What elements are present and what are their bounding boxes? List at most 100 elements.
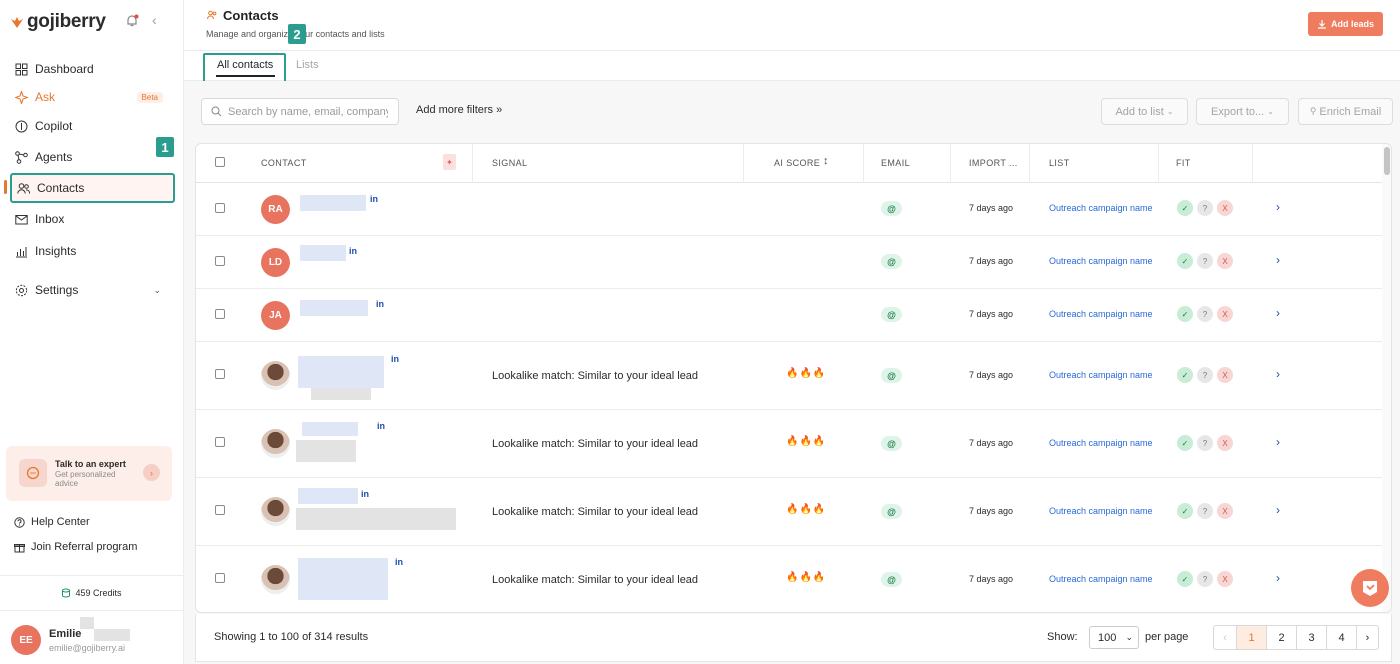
table-row[interactable]: in Lookalike match: Similar to your idea… xyxy=(196,478,1382,546)
col-signal[interactable]: SIGNAL xyxy=(492,158,527,168)
page-button[interactable]: 1 xyxy=(1236,626,1266,649)
linkedin-icon[interactable]: in xyxy=(395,557,403,567)
linkedin-icon[interactable]: in xyxy=(349,246,357,256)
prev-page-button[interactable]: ‹ xyxy=(1214,626,1236,649)
fit-maybe-button[interactable]: ? xyxy=(1197,306,1213,322)
bell-icon[interactable] xyxy=(124,13,140,29)
sort-icon[interactable]: ↕ xyxy=(823,155,829,167)
email-badge[interactable]: @ xyxy=(881,307,902,322)
email-badge[interactable]: @ xyxy=(881,254,902,269)
enrich-email-button[interactable]: ⚲ Enrich Email xyxy=(1298,98,1393,125)
select-all-checkbox[interactable] xyxy=(215,157,225,167)
chevron-right-icon[interactable]: › xyxy=(1276,367,1280,381)
pin-icon[interactable]: ✦ xyxy=(443,154,456,170)
chevron-right-icon[interactable]: › xyxy=(1276,435,1280,449)
support-chat-button[interactable] xyxy=(1351,569,1389,607)
list-link[interactable]: Outreach campaign name xyxy=(1049,574,1153,584)
fit-maybe-button[interactable]: ? xyxy=(1197,435,1213,451)
page-button[interactable]: 4 xyxy=(1326,626,1356,649)
fit-yes-button[interactable]: ✓ xyxy=(1177,435,1193,451)
row-checkbox[interactable] xyxy=(215,256,225,266)
sidebar-item-copilot[interactable]: Copilot xyxy=(10,113,175,139)
list-link[interactable]: Outreach campaign name xyxy=(1049,506,1153,516)
add-more-filters-button[interactable]: Add more filters » xyxy=(416,104,502,116)
fit-no-button[interactable]: X xyxy=(1217,571,1233,587)
row-checkbox[interactable] xyxy=(215,369,225,379)
sidebar-item-insights[interactable]: Insights xyxy=(10,238,175,264)
search-input[interactable] xyxy=(228,105,388,118)
col-contact[interactable]: CONTACT xyxy=(261,158,307,168)
list-link[interactable]: Outreach campaign name xyxy=(1049,256,1153,266)
fit-no-button[interactable]: X xyxy=(1217,503,1233,519)
tab-all-contacts[interactable]: All contacts xyxy=(217,59,273,71)
page-button[interactable]: 3 xyxy=(1296,626,1326,649)
fit-yes-button[interactable]: ✓ xyxy=(1177,306,1193,322)
scrollbar-thumb[interactable] xyxy=(1384,147,1390,175)
fit-yes-button[interactable]: ✓ xyxy=(1177,503,1193,519)
sidebar-item-ask[interactable]: Ask Beta xyxy=(10,84,175,110)
table-row[interactable]: JA in @ 7 days ago Outreach campaign nam… xyxy=(196,289,1382,342)
table-row[interactable]: in Lookalike match: Similar to your idea… xyxy=(196,342,1382,410)
fit-no-button[interactable]: X xyxy=(1217,200,1233,216)
fit-maybe-button[interactable]: ? xyxy=(1197,253,1213,269)
fit-yes-button[interactable]: ✓ xyxy=(1177,571,1193,587)
page-button[interactable]: 2 xyxy=(1266,626,1296,649)
fit-no-button[interactable]: X xyxy=(1217,367,1233,383)
table-row[interactable]: RA in @ 7 days ago Outreach campaign nam… xyxy=(196,183,1382,236)
fit-no-button[interactable]: X xyxy=(1217,435,1233,451)
row-checkbox[interactable] xyxy=(215,437,225,447)
col-import[interactable]: IMPORT ... xyxy=(969,158,1018,168)
fit-maybe-button[interactable]: ? xyxy=(1197,503,1213,519)
email-badge[interactable]: @ xyxy=(881,201,902,216)
col-fit[interactable]: FIT xyxy=(1176,158,1191,168)
collapse-sidebar-icon[interactable]: ‹ xyxy=(152,12,157,28)
table-row[interactable]: in Lookalike match: Similar to your idea… xyxy=(196,546,1382,612)
chevron-right-icon[interactable]: › xyxy=(1276,571,1280,585)
linkedin-icon[interactable]: in xyxy=(361,489,369,499)
fit-yes-button[interactable]: ✓ xyxy=(1177,200,1193,216)
list-link[interactable]: Outreach campaign name xyxy=(1049,309,1153,319)
sidebar-item-dashboard[interactable]: Dashboard xyxy=(10,56,175,82)
email-badge[interactable]: @ xyxy=(881,572,902,587)
export-to-button[interactable]: Export to... ⌄ xyxy=(1196,98,1289,125)
add-leads-button[interactable]: Add leads xyxy=(1308,12,1383,36)
row-checkbox[interactable] xyxy=(215,505,225,515)
fit-yes-button[interactable]: ✓ xyxy=(1177,367,1193,383)
chevron-right-icon[interactable]: › xyxy=(1276,200,1280,214)
fit-maybe-button[interactable]: ? xyxy=(1197,367,1213,383)
row-checkbox[interactable] xyxy=(215,573,225,583)
list-link[interactable]: Outreach campaign name xyxy=(1049,203,1153,213)
sidebar-item-settings[interactable]: Settings ⌄ xyxy=(10,277,175,303)
fit-yes-button[interactable]: ✓ xyxy=(1177,253,1193,269)
chevron-right-icon[interactable]: › xyxy=(1276,503,1280,517)
linkedin-icon[interactable]: in xyxy=(391,354,399,364)
scrollbar[interactable] xyxy=(1382,144,1391,612)
referral-link[interactable]: Join Referral program xyxy=(14,541,137,553)
col-email[interactable]: EMAIL xyxy=(881,158,910,168)
sidebar-item-inbox[interactable]: Inbox xyxy=(10,206,175,232)
add-to-list-button[interactable]: Add to list ⌄ xyxy=(1101,98,1188,125)
email-badge[interactable]: @ xyxy=(881,504,902,519)
fit-maybe-button[interactable]: ? xyxy=(1197,200,1213,216)
fit-maybe-button[interactable]: ? xyxy=(1197,571,1213,587)
sidebar-item-contacts[interactable]: Contacts xyxy=(10,173,175,203)
fit-no-button[interactable]: X xyxy=(1217,253,1233,269)
chevron-right-icon[interactable]: › xyxy=(1276,306,1280,320)
row-checkbox[interactable] xyxy=(215,203,225,213)
chevron-right-icon[interactable]: › xyxy=(143,464,160,481)
help-center-link[interactable]: Help Center xyxy=(14,516,90,528)
table-row[interactable]: LD in @ 7 days ago Outreach campaign nam… xyxy=(196,236,1382,289)
search-box[interactable] xyxy=(201,98,399,125)
per-page-select[interactable]: 100 ⌄ xyxy=(1089,626,1139,649)
sidebar-item-agents[interactable]: Agents xyxy=(10,144,175,170)
list-link[interactable]: Outreach campaign name xyxy=(1049,438,1153,448)
email-badge[interactable]: @ xyxy=(881,436,902,451)
col-list[interactable]: LIST xyxy=(1049,158,1070,168)
next-page-button[interactable]: › xyxy=(1356,626,1378,649)
table-row[interactable]: in Lookalike match: Similar to your idea… xyxy=(196,410,1382,478)
linkedin-icon[interactable]: in xyxy=(370,194,378,204)
row-checkbox[interactable] xyxy=(215,309,225,319)
logo[interactable]: gojiberry ‹ xyxy=(10,10,175,34)
fit-no-button[interactable]: X xyxy=(1217,306,1233,322)
list-link[interactable]: Outreach campaign name xyxy=(1049,370,1153,380)
